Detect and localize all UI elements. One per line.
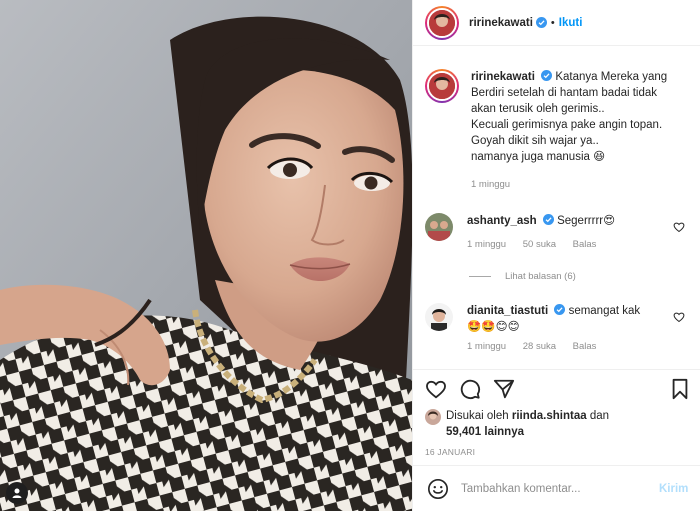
caption-line: Berdiri setelah di hantam badai tidak [471,87,658,99]
avatar-image [429,73,455,99]
comment-icon[interactable] [459,378,481,400]
header-separator: • [550,16,555,29]
caption-text: ririnekawati Katanya Mereka yang Berdiri… [471,69,695,193]
follow-button[interactable]: Ikuti [559,17,583,29]
caption-line: namanya juga manusia 😆 [471,151,606,163]
post-comment-button[interactable]: Kirim [659,483,688,495]
comment-message: Segerrrrr😍 [557,215,616,227]
heart-icon[interactable] [425,378,447,400]
author-username[interactable]: ririnekawati [469,17,533,29]
likes-summary: Disukai oleh riinda.shintaa dan 59,401 l… [425,408,609,440]
avatar-image [425,303,453,331]
avatar-image [429,9,455,36]
add-comment-bar: Kirim [413,465,700,511]
save-button[interactable] [669,378,691,403]
comment-body: ashanty_ash Segerrrrr😍 1 minggu 50 suka … [467,213,667,250]
comment-likes[interactable]: 28 suka [523,341,556,352]
liker-avatar[interactable] [425,409,441,425]
replies-divider [469,276,491,277]
post-actions: Disukai oleh riinda.shintaa dan 59,401 l… [413,369,700,465]
smiley-icon[interactable] [427,478,449,500]
comment-message: semangat kak [568,305,641,317]
likes-prefix: Disukai oleh [446,410,509,422]
bookmark-icon [672,378,688,400]
comment-text: ashanty_ash Segerrrrr😍 [467,213,667,229]
comment-time[interactable]: 1 minggu [467,341,506,352]
comment-username[interactable]: dianita_tiastuti [467,305,548,317]
header-title: ririnekawati • Ikuti [469,17,582,29]
avatar-image [425,213,453,241]
action-icons [425,378,515,400]
likes-joiner: dan [589,410,610,422]
likes-count[interactable]: 59,401 lainnya [446,426,524,438]
comment-like-icon[interactable] [673,221,685,233]
verified-badge-icon [554,304,566,315]
view-replies-button[interactable]: Lihat balasan (6) [469,271,576,282]
liker-username[interactable]: riinda.shintaa [512,410,587,422]
comment-username[interactable]: ashanty_ash [467,215,537,227]
comment-meta: 1 minggu 28 suka Balas [467,341,667,352]
comment-body: dianita_tiastuti semangat kak 🤩🤩😊😊 1 min… [467,303,667,352]
selfie-image [0,0,412,511]
comment-emoji: 🤩🤩😊😊 [467,321,520,333]
verified-badge-icon [542,214,554,225]
instagram-post: ririnekawati • Ikuti ririnekawati Katany… [0,0,700,511]
caption-time[interactable]: 1 minggu [471,177,695,193]
post-side-panel: ririnekawati • Ikuti ririnekawati Katany… [412,0,700,511]
caption-line: Katanya Mereka yang [555,71,668,83]
reply-button[interactable]: Balas [573,341,597,352]
avatar-image [425,409,441,425]
post-photo[interactable] [0,0,412,511]
view-replies-label: Lihat balasan (6) [505,271,576,282]
likes-text: Disukai oleh riinda.shintaa dan 59,401 l… [446,408,609,440]
post-header: ririnekawati • Ikuti [413,0,700,46]
post-date[interactable]: 16 JANUARI [425,447,475,457]
caption-line: Kecuali gerimisnya pake angin topan. [471,119,663,131]
verified-badge-icon [541,70,553,81]
comment-input[interactable] [461,482,653,495]
reply-button[interactable]: Balas [573,239,597,250]
verified-badge-icon [535,17,547,28]
caption-username[interactable]: ririnekawati [471,71,535,83]
comment-item: dianita_tiastuti semangat kak 🤩🤩😊😊 1 min… [425,303,695,352]
user-tag-button[interactable] [6,482,28,504]
user-tag-icon [12,488,22,498]
caption-author-avatar[interactable] [425,69,459,103]
caption-line: Goyah dikit sih wajar ya.. [471,135,599,147]
author-avatar[interactable] [425,5,459,40]
comment-time[interactable]: 1 minggu [467,239,506,250]
comment-meta: 1 minggu 50 suka Balas [467,239,667,250]
commenter-avatar[interactable] [425,213,453,241]
comment-like-icon[interactable] [673,311,685,323]
comment-text: dianita_tiastuti semangat kak 🤩🤩😊😊 [467,303,667,335]
comment-likes[interactable]: 50 suka [523,239,556,250]
paper-plane-icon[interactable] [493,378,515,400]
caption-line: akan terusik oleh gerimis.. [471,103,605,115]
post-caption: ririnekawati Katanya Mereka yang Berdiri… [425,69,695,193]
comments-list[interactable]: ririnekawati Katanya Mereka yang Berdiri… [413,47,700,369]
comment-item: ashanty_ash Segerrrrr😍 1 minggu 50 suka … [425,213,695,250]
commenter-avatar[interactable] [425,303,453,331]
